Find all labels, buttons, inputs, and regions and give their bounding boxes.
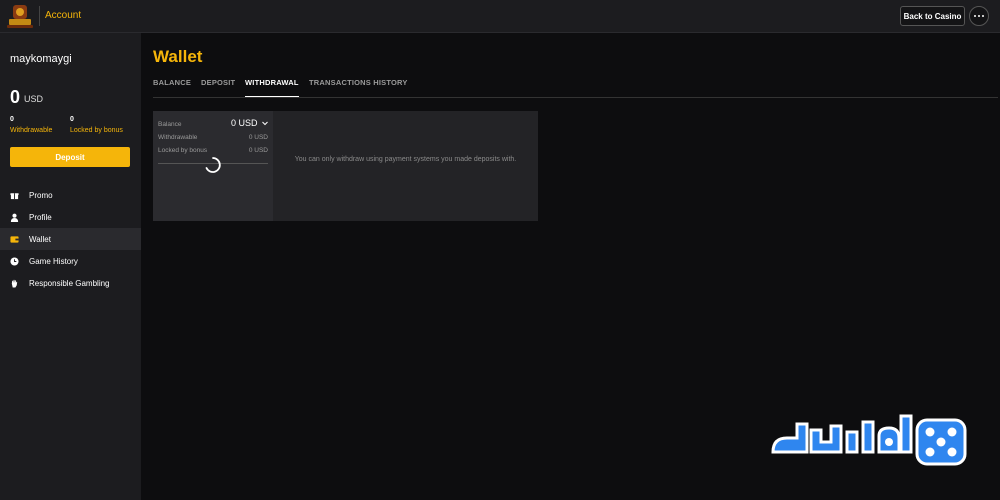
more-options-button[interactable]	[969, 6, 989, 26]
sidebar-item-responsible-gambling[interactable]: Responsible Gambling	[0, 272, 141, 294]
username: maykomaygi	[10, 53, 72, 65]
top-bar: Account Back to Casino	[0, 0, 1000, 33]
locked-label: Locked by bonus	[158, 147, 208, 154]
withdrawable-label: Withdrawable	[10, 127, 53, 134]
hand-icon	[11, 279, 18, 288]
withdrawable-value: 0 USD	[248, 134, 268, 141]
sidebar-item-promo[interactable]: Promo	[0, 184, 141, 206]
sidebar-item-game-history[interactable]: Game History	[0, 250, 141, 272]
sidebar-item-label: Responsible Gambling	[29, 278, 110, 288]
balance-label: Balance	[158, 121, 182, 128]
chevron-down-icon	[262, 121, 268, 126]
sidebar-item-wallet[interactable]: Wallet	[0, 228, 141, 250]
page-section-title: Account	[45, 10, 82, 21]
sidebar: maykomaygi 0 USD 0 Withdrawable 0 Locked…	[0, 33, 141, 500]
page-title: Wallet	[153, 47, 203, 66]
sidebar-item-label: Wallet	[29, 234, 51, 244]
gift-icon	[10, 192, 19, 199]
balance-value: 0 USD	[230, 118, 258, 128]
locked-value: 0	[70, 116, 74, 123]
withdrawable-stat: 0 Withdrawable	[10, 116, 52, 134]
back-to-casino-button[interactable]: Back to Casino	[900, 6, 965, 26]
wallet-tabs: BALANCE DEPOSIT WITHDRAWAL TRANSACTIONS …	[153, 77, 1000, 98]
header-divider	[39, 6, 40, 26]
wallet-icon	[10, 235, 19, 243]
casino-logo-icon[interactable]	[5, 2, 35, 30]
balance-summary: Balance 0 USD Withdrawable 0 USD Locked …	[153, 111, 273, 221]
sidebar-item-label: Profile	[29, 212, 52, 222]
watermark-logo-icon	[771, 414, 967, 466]
withdrawable-label: Withdrawable	[158, 134, 198, 141]
sidebar-item-profile[interactable]: Profile	[0, 206, 141, 228]
sidebar-item-label: Game History	[29, 256, 78, 266]
tab-withdrawal[interactable]: WITHDRAWAL	[245, 77, 299, 98]
balance-currency-select[interactable]: 0 USD	[231, 118, 268, 128]
withdrawal-panel: Balance 0 USD Withdrawable 0 USD Locked …	[153, 111, 538, 221]
tab-deposit[interactable]: DEPOSIT	[201, 77, 235, 98]
locked-by-bonus-stat: 0 Locked by bonus	[70, 116, 123, 134]
sidebar-nav: Promo Profile Wallet Game History Respon…	[0, 184, 141, 294]
clock-icon	[10, 256, 19, 266]
ellipsis-icon	[974, 15, 976, 17]
balance-amount: 0	[10, 87, 21, 107]
locked-value: 0 USD	[248, 147, 268, 154]
withdrawal-message: You can only withdraw using payment syst…	[294, 156, 517, 163]
tab-balance[interactable]: BALANCE	[153, 77, 191, 98]
tabs-divider	[153, 97, 998, 98]
withdrawable-value: 0	[10, 116, 14, 123]
deposit-button[interactable]: Deposit	[10, 147, 130, 167]
tab-transactions-history[interactable]: TRANSACTIONS HISTORY	[309, 77, 408, 98]
sidebar-item-label: Promo	[29, 190, 53, 200]
user-icon	[10, 213, 19, 222]
loading-spinner-icon	[205, 157, 221, 173]
locked-label: Locked by bonus	[70, 127, 123, 134]
balance-currency: USD	[24, 94, 44, 104]
